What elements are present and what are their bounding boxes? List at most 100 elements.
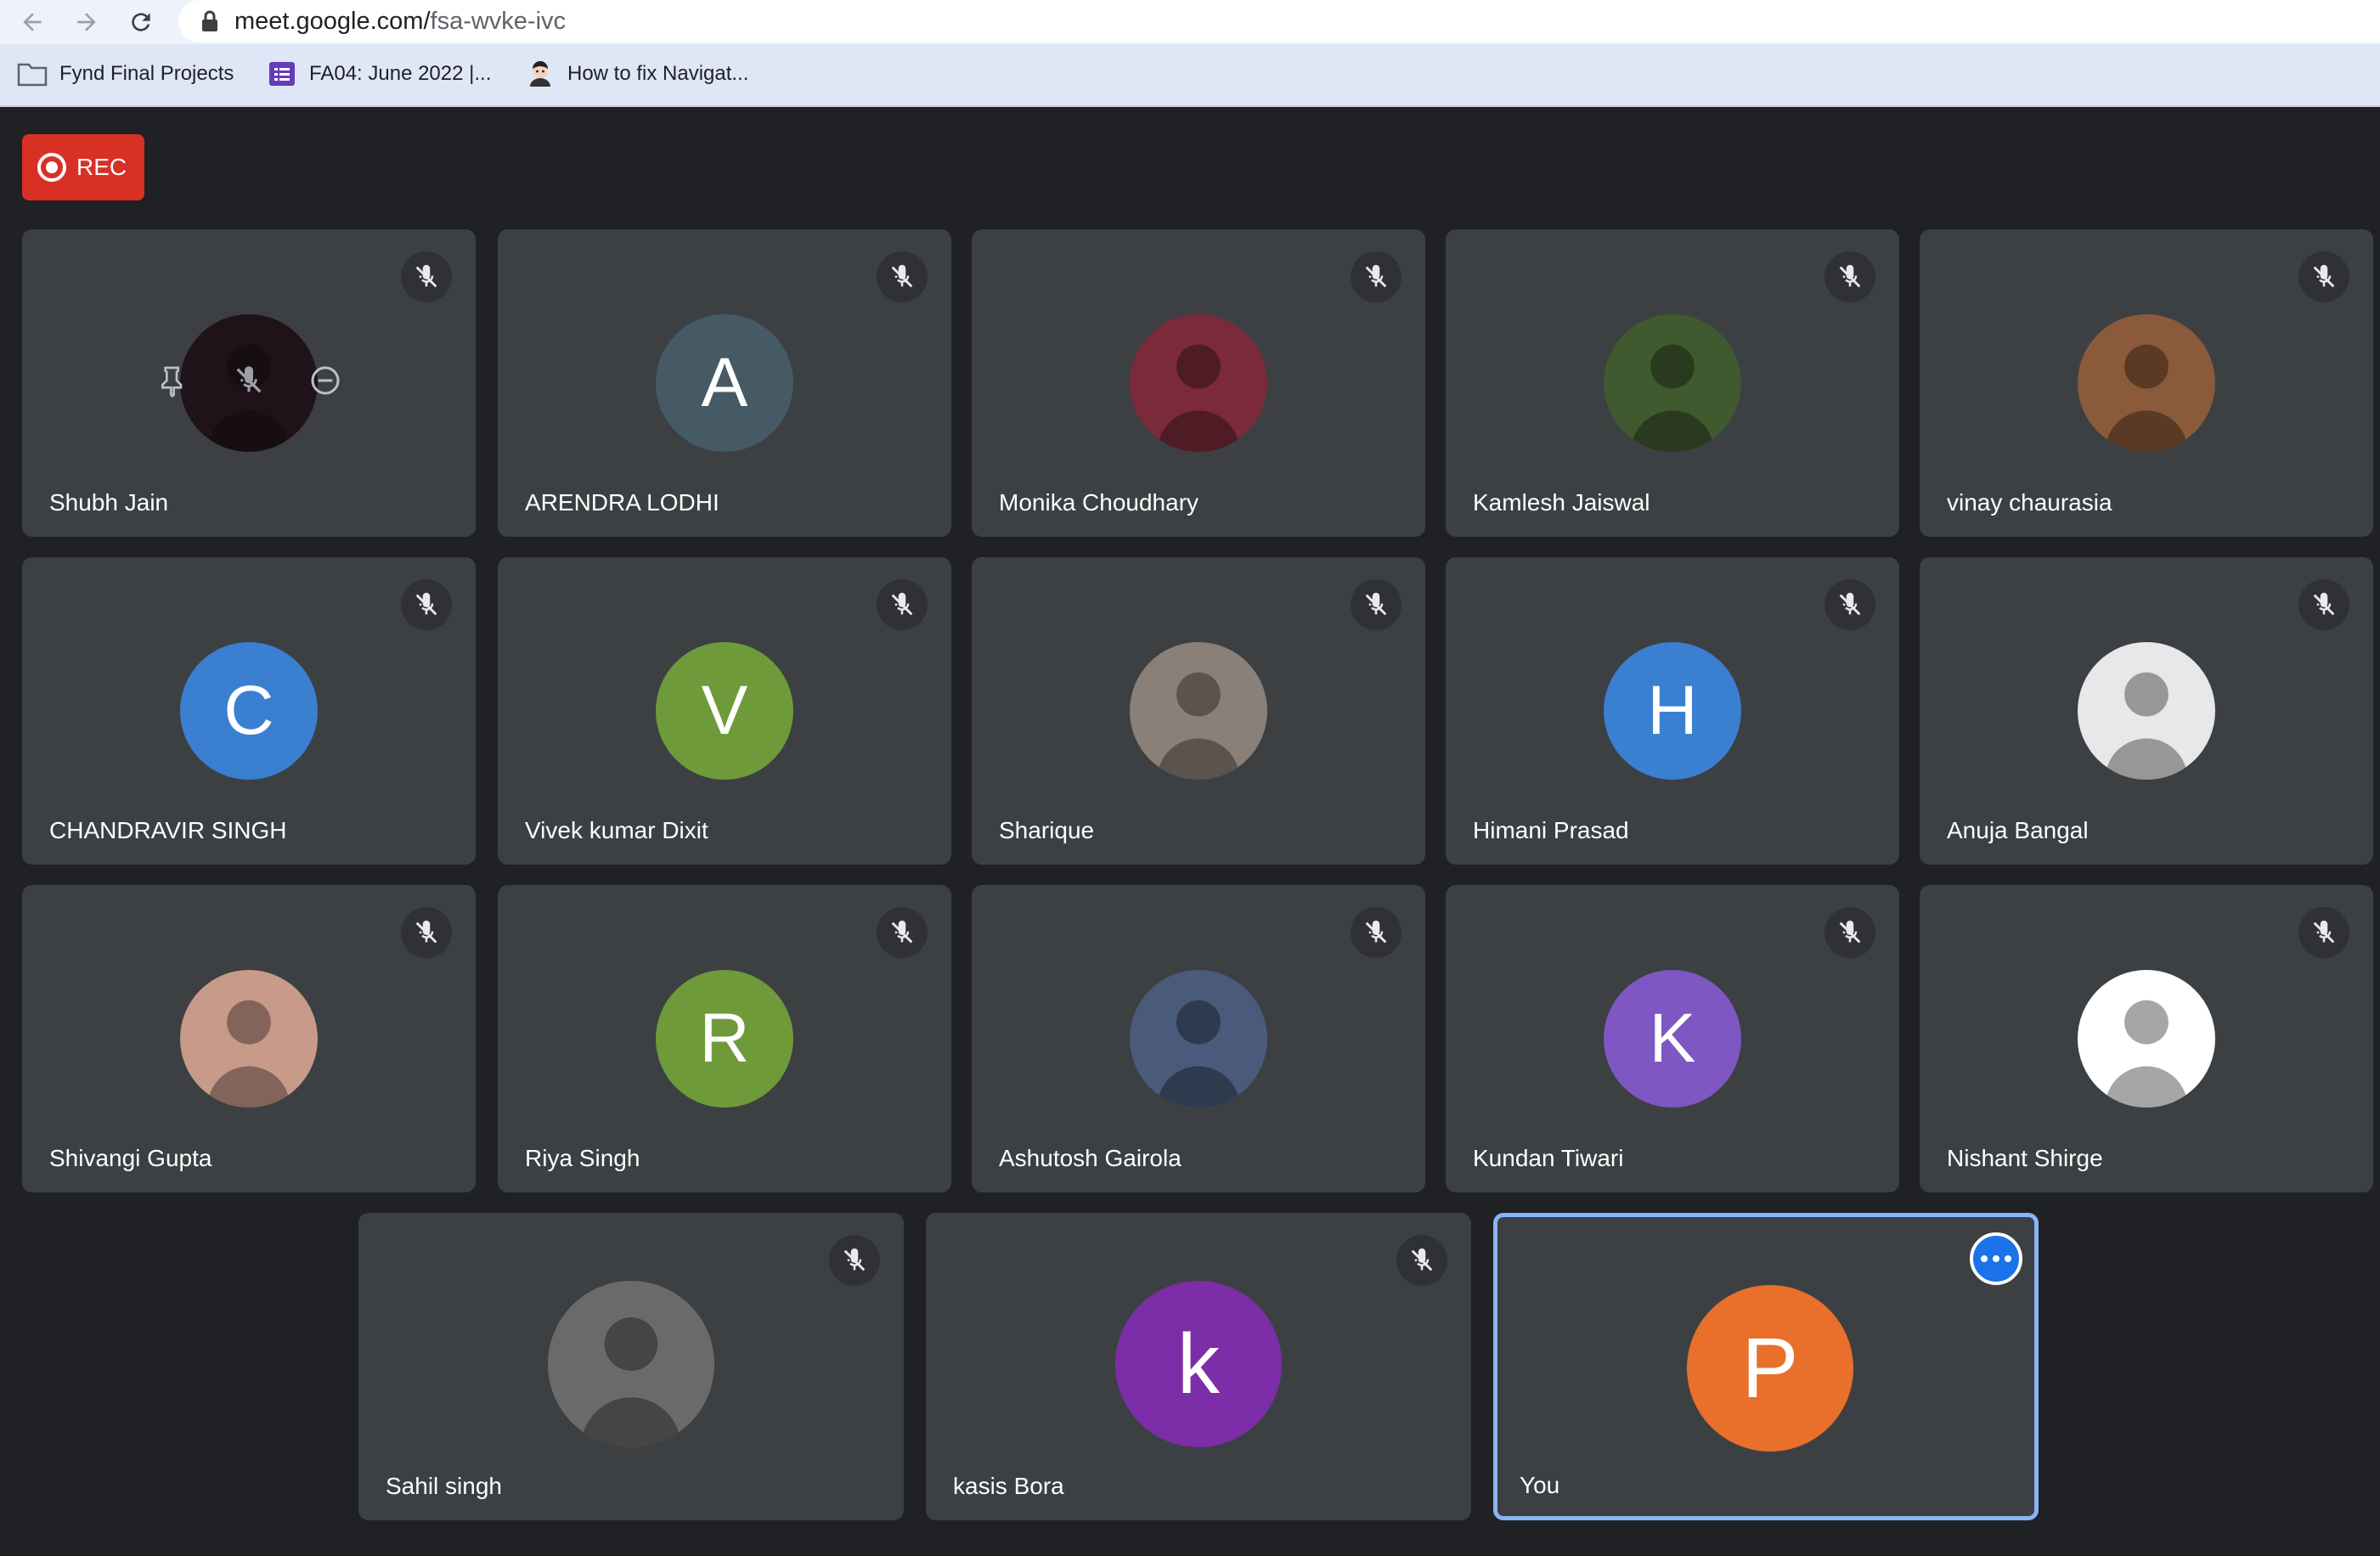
- participant-tile[interactable]: Anuja Bangal: [1920, 557, 2373, 865]
- mic-off-icon: [1365, 592, 1387, 616]
- mic-off-icon: [415, 920, 437, 944]
- participant-tile[interactable]: Nishant Shirge: [1920, 885, 2373, 1192]
- bookmark-label: How to fix Navigat...: [567, 62, 749, 85]
- participant-name: Ashutosh Gairola: [999, 1145, 1182, 1171]
- mic-off-button[interactable]: [232, 364, 266, 397]
- participant-name: vinay chaurasia: [1947, 489, 2112, 516]
- mic-off-icon: [1365, 920, 1387, 944]
- muted-indicator: [401, 579, 452, 630]
- participant-name: Shivangi Gupta: [49, 1145, 212, 1171]
- remove-circle-button[interactable]: [308, 364, 342, 397]
- back-button[interactable]: [15, 5, 49, 39]
- pin-button[interactable]: [155, 364, 189, 397]
- folder-icon: [17, 63, 48, 87]
- muted-indicator: [1396, 1235, 1447, 1286]
- forward-arrow-icon: [77, 13, 96, 31]
- participant-name: Himani Prasad: [1473, 817, 1629, 843]
- person-silhouette-icon: [2105, 344, 2188, 452]
- avatar-photo: [2078, 642, 2215, 780]
- participant-name: ARENDRA LODHI: [525, 489, 719, 516]
- mic-off-icon: [415, 592, 437, 616]
- muted-indicator: [877, 251, 928, 302]
- avatar-initial: P: [1687, 1285, 1853, 1452]
- participant-tile[interactable]: Monika Choudhary: [972, 229, 1425, 537]
- muted-indicator: [401, 907, 452, 958]
- participant-tile[interactable]: vinay chaurasia: [1920, 229, 2373, 537]
- browser-chrome: meet.google.com/fsa-wvke-ivc Fynd Final …: [0, 0, 2380, 107]
- participant-name: Kamlesh Jaiswal: [1473, 489, 1650, 516]
- participant-name: Nishant Shirge: [1947, 1145, 2103, 1171]
- participant-name: kasis Bora: [953, 1473, 1064, 1499]
- url-text[interactable]: meet.google.com/fsa-wvke-ivc: [234, 7, 566, 36]
- muted-indicator: [1351, 907, 1401, 958]
- muted-indicator: [2298, 579, 2349, 630]
- muted-indicator: [1824, 579, 1875, 630]
- participant-tile[interactable]: Sahil singh: [358, 1213, 904, 1520]
- avatar-photo: [1130, 970, 1267, 1108]
- avatar-initial: H: [1604, 642, 1741, 780]
- avatar-initial: C: [180, 642, 318, 780]
- participant-tile[interactable]: P You: [1493, 1213, 2039, 1520]
- muted-indicator: [1824, 907, 1875, 958]
- reload-button[interactable]: [124, 5, 158, 39]
- mic-off-icon: [1839, 920, 1861, 944]
- bookmark-fynd-final-projects[interactable]: Fynd Final Projects: [17, 54, 234, 93]
- bookmark-label: FA04: June 2022 |...: [309, 62, 492, 85]
- muted-indicator: [1351, 251, 1401, 302]
- muted-indicator: [1824, 251, 1875, 302]
- bookmark-fa04[interactable]: FA04: June 2022 |...: [267, 54, 491, 93]
- muted-indicator: [1351, 579, 1401, 630]
- participant-name: Shubh Jain: [49, 489, 169, 516]
- avatar-photo: [548, 1281, 714, 1447]
- avatar-photo: [1130, 314, 1267, 452]
- muted-indicator: [829, 1235, 880, 1286]
- person-silhouette-icon: [1157, 344, 1240, 452]
- mic-off-icon: [415, 264, 437, 288]
- participant-tile[interactable]: Kamlesh Jaiswal: [1446, 229, 1899, 537]
- more-options-button[interactable]: [1970, 1232, 2022, 1285]
- remove-circle-icon: [311, 366, 340, 395]
- avatar-photo: [2078, 970, 2215, 1108]
- participant-tile[interactable]: V Vivek kumar Dixit: [498, 557, 951, 865]
- participant-name: CHANDRAVIR SINGH: [49, 817, 287, 843]
- person-silhouette-icon: [1157, 672, 1240, 780]
- forward-button[interactable]: [70, 5, 104, 39]
- bookmark-how-to-fix[interactable]: How to fix Navigat...: [525, 54, 748, 93]
- participant-name: You: [1520, 1472, 1560, 1498]
- mic-off-icon: [1411, 1248, 1433, 1271]
- mic-off-icon: [1365, 264, 1387, 288]
- participant-tile[interactable]: Sharique: [972, 557, 1425, 865]
- participant-name: Sharique: [999, 817, 1095, 843]
- participant-tile[interactable]: H Himani Prasad: [1446, 557, 1899, 865]
- mic-off-icon: [2313, 592, 2335, 616]
- mic-off-icon: [843, 1248, 866, 1271]
- participant-tile[interactable]: k kasis Bora: [926, 1213, 1471, 1520]
- mic-off-icon: [236, 366, 262, 393]
- mic-off-icon: [2313, 264, 2335, 288]
- mic-off-icon: [1839, 264, 1861, 288]
- muted-indicator: [401, 251, 452, 302]
- avatar-photo: [2078, 314, 2215, 452]
- recording-indicator[interactable]: REC: [22, 134, 144, 200]
- forms-icon: [269, 62, 295, 86]
- participant-tile[interactable]: Ashutosh Gairola: [972, 885, 1425, 1192]
- recording-label: REC: [76, 154, 127, 180]
- mic-off-icon: [891, 264, 913, 288]
- avatar-initial: A: [656, 314, 793, 452]
- person-silhouette-icon: [207, 1000, 290, 1108]
- participant-name: Sahil singh: [386, 1473, 502, 1499]
- participant-tile[interactable]: C CHANDRAVIR SINGH: [22, 557, 476, 865]
- muted-indicator: [2298, 907, 2349, 958]
- participant-tile[interactable]: K Kundan Tiwari: [1446, 885, 1899, 1192]
- participant-tile[interactable]: R Riya Singh: [498, 885, 951, 1192]
- back-arrow-icon: [23, 13, 42, 31]
- url-host: meet.google.com/: [234, 8, 431, 35]
- participant-tile[interactable]: Shubh Jain: [22, 229, 476, 537]
- participant-tile[interactable]: Shivangi Gupta: [22, 885, 476, 1192]
- participant-tile[interactable]: A ARENDRA LODHI: [498, 229, 951, 537]
- url-path: fsa-wvke-ivc: [430, 8, 567, 35]
- mic-off-icon: [2313, 920, 2335, 944]
- avatar-initial: R: [656, 970, 793, 1108]
- avatar-initial: V: [656, 642, 793, 780]
- avatar-favicon-icon: [530, 61, 550, 87]
